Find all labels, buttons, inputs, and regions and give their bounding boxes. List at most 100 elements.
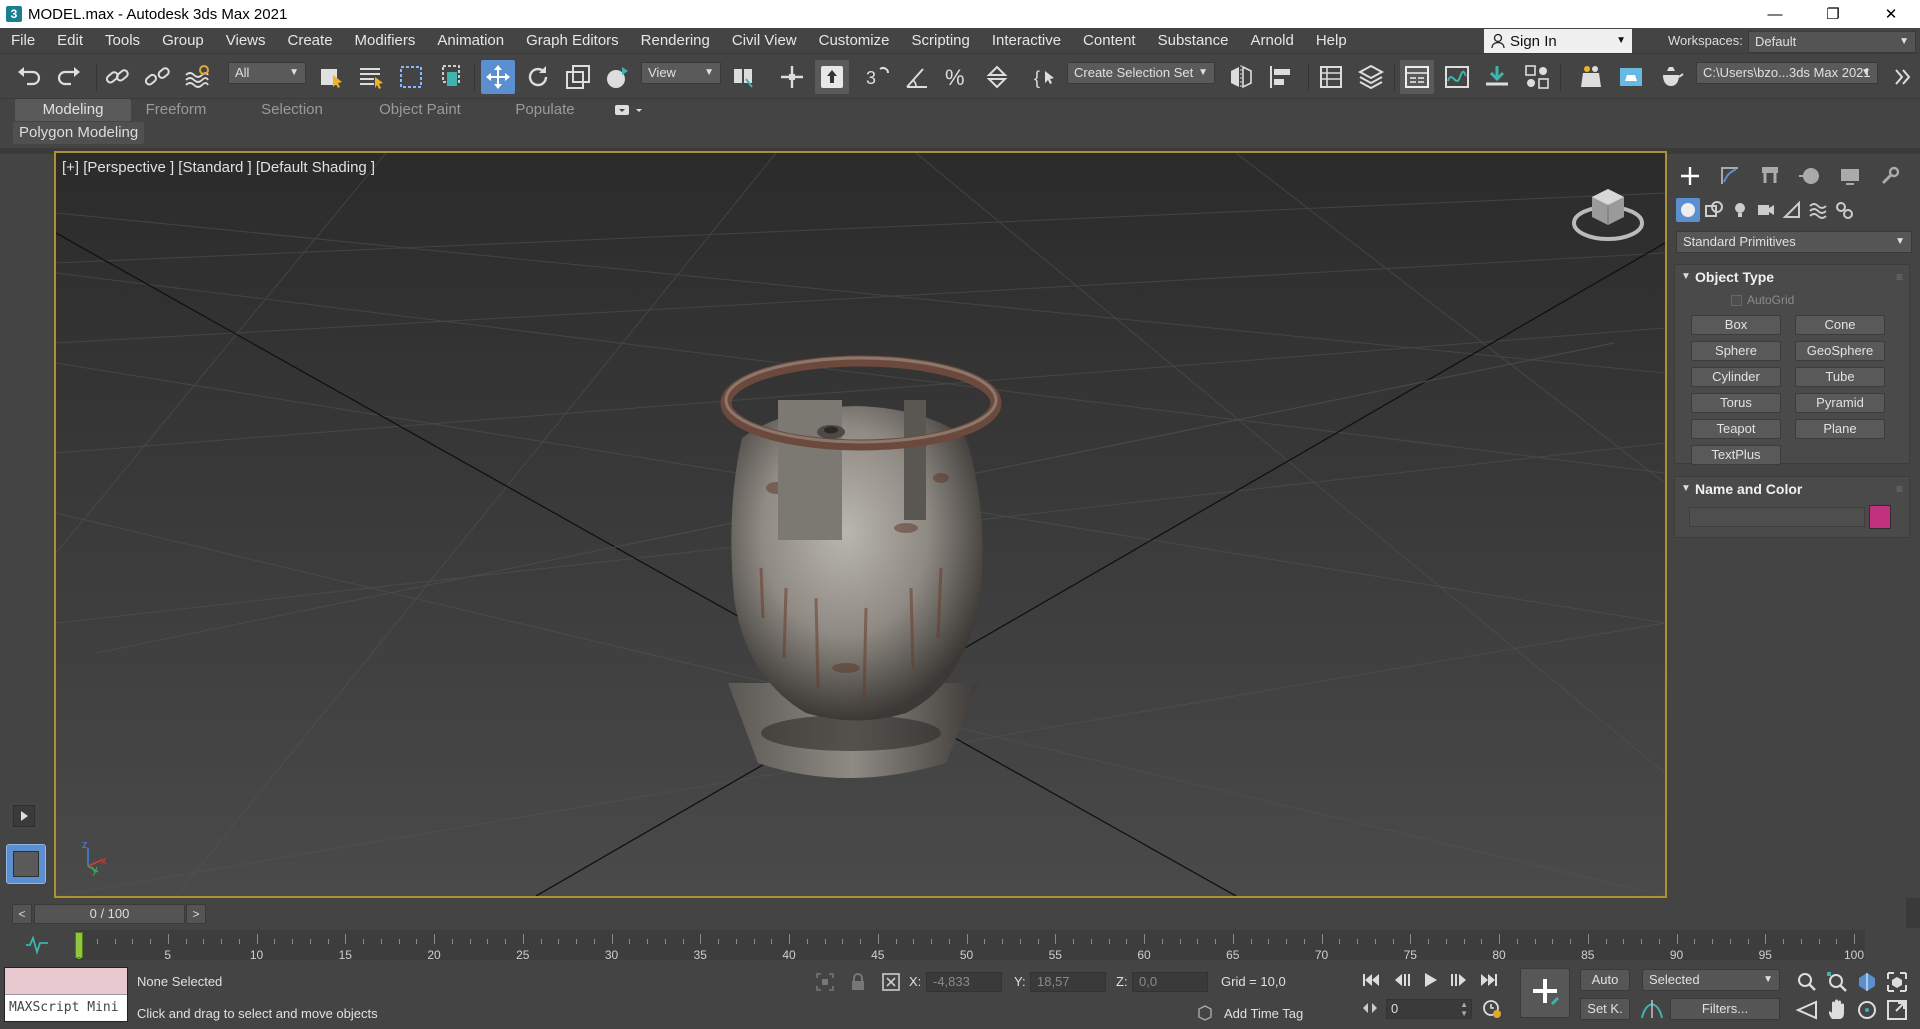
selection-lock-toggle[interactable]: [849, 972, 867, 995]
menu-create[interactable]: Create: [277, 32, 344, 49]
menu-interactive[interactable]: Interactive: [981, 32, 1072, 49]
space-warps-category-button[interactable]: [1808, 200, 1828, 223]
viewport-label[interactable]: [+] [Perspective ] [Standard ] [Default …: [62, 159, 375, 176]
textplus-button[interactable]: TextPlus: [1691, 445, 1781, 465]
systems-category-button[interactable]: [1834, 200, 1854, 223]
menu-rendering[interactable]: Rendering: [630, 32, 721, 49]
select-by-name-button[interactable]: [354, 60, 388, 94]
object-name-input[interactable]: [1689, 507, 1865, 527]
menu-customize[interactable]: Customize: [808, 32, 901, 49]
minimize-button[interactable]: —: [1746, 0, 1804, 28]
modify-tab[interactable]: [1718, 164, 1742, 191]
geometry-category-button[interactable]: [1676, 198, 1700, 222]
rectangular-selection-button[interactable]: [394, 60, 428, 94]
pyramid-button[interactable]: Pyramid: [1795, 393, 1885, 413]
set-keys-button[interactable]: [1520, 968, 1570, 1018]
menu-arnold[interactable]: Arnold: [1239, 32, 1304, 49]
menu-scripting[interactable]: Scripting: [900, 32, 980, 49]
teapot-button[interactable]: Teapot: [1691, 419, 1781, 439]
redo-button[interactable]: [52, 60, 86, 94]
menu-edit[interactable]: Edit: [46, 32, 94, 49]
named-selection-sets-dropdown[interactable]: Create Selection Set ▼: [1067, 62, 1215, 84]
sphere-button[interactable]: Sphere: [1691, 341, 1781, 361]
pan-hand-icon[interactable]: [1826, 999, 1848, 1021]
box-button[interactable]: Box: [1691, 315, 1781, 335]
zoom-extents-all-icon[interactable]: [1886, 971, 1908, 993]
time-slider[interactable]: 0 / 100: [34, 904, 185, 924]
current-frame-field[interactable]: 0 ▲ ▼: [1386, 999, 1472, 1019]
tube-button[interactable]: Tube: [1795, 367, 1885, 387]
tab-object-paint[interactable]: Object Paint: [370, 99, 470, 121]
drag-handle-icon[interactable]: ≡: [1896, 265, 1903, 289]
shapes-category-button[interactable]: [1704, 200, 1724, 223]
set-key-mode-button[interactable]: Set K.: [1580, 998, 1630, 1020]
reference-coordinate-dropdown[interactable]: View ▼: [641, 62, 721, 84]
go-to-start-icon[interactable]: [1360, 971, 1382, 989]
zoom-all-icon[interactable]: [1826, 971, 1848, 993]
track-bar[interactable]: 0 5 10 15 20 25 30 35 40 45 50 55 60 65 70 75 80 85 90 95 10…: [75, 930, 1865, 962]
cone-button[interactable]: Cone: [1795, 315, 1885, 335]
geosphere-button[interactable]: GeoSphere: [1795, 341, 1885, 361]
y-coordinate-field[interactable]: 18,57: [1030, 972, 1106, 992]
select-and-rotate-button[interactable]: [521, 60, 555, 94]
tab-modeling[interactable]: Modeling: [15, 99, 131, 121]
align-button[interactable]: [1264, 60, 1298, 94]
material-editor-button[interactable]: [1520, 60, 1554, 94]
tab-populate[interactable]: Populate: [496, 99, 594, 121]
menu-civil-view[interactable]: Civil View: [721, 32, 808, 49]
menu-substance[interactable]: Substance: [1147, 32, 1240, 49]
object-type-header[interactable]: ▼ Object Type ≡: [1675, 265, 1909, 289]
viewport-layout-button[interactable]: [6, 844, 46, 884]
link-button[interactable]: [100, 60, 134, 94]
menu-help[interactable]: Help: [1305, 32, 1358, 49]
auto-key-button[interactable]: Auto: [1580, 969, 1630, 991]
menu-tools[interactable]: Tools: [94, 32, 151, 49]
z-coordinate-field[interactable]: 0,0: [1132, 972, 1208, 992]
toggle-ribbon-button[interactable]: [1400, 60, 1434, 94]
scene-explorer-button[interactable]: [1314, 60, 1348, 94]
schematic-view-button[interactable]: [1480, 60, 1514, 94]
spinner-snap-toggle[interactable]: [980, 60, 1014, 94]
select-and-scale-button[interactable]: [561, 60, 595, 94]
maxscript-input[interactable]: MAXScript Mini: [5, 995, 127, 1021]
previous-key-icon[interactable]: [1390, 971, 1412, 989]
menu-animation[interactable]: Animation: [426, 32, 515, 49]
previous-frame-button[interactable]: <: [12, 904, 32, 924]
toolbar-overflow-button[interactable]: [1886, 60, 1920, 94]
mirror-button[interactable]: [1224, 60, 1258, 94]
render-production-button[interactable]: [1654, 60, 1688, 94]
menu-graph-editors[interactable]: Graph Editors: [515, 32, 630, 49]
select-and-place-button[interactable]: [601, 60, 635, 94]
motion-tab[interactable]: [1798, 164, 1822, 191]
rendered-frame-window-button[interactable]: [1614, 60, 1648, 94]
x-coordinate-field[interactable]: -4,833: [926, 972, 1002, 992]
unlink-button[interactable]: [140, 60, 174, 94]
key-filters-button[interactable]: Filters...: [1670, 998, 1780, 1020]
timeline-resize-handle[interactable]: [1906, 898, 1920, 928]
key-filter-dropdown[interactable]: Selected ▼: [1642, 969, 1780, 991]
spinner-arrows-icon[interactable]: ▲ ▼: [1460, 1000, 1468, 1018]
menu-group[interactable]: Group: [151, 32, 215, 49]
expand-viewport-tab-button[interactable]: [13, 805, 35, 827]
absolute-mode-toggle[interactable]: [881, 972, 901, 995]
utilities-tab[interactable]: [1878, 164, 1902, 191]
default-in-out-tangents-button[interactable]: [1640, 998, 1664, 1023]
perspective-viewport[interactable]: [+] [Perspective ] [Standard ] [Default …: [54, 151, 1667, 898]
keyboard-shortcut-override-button[interactable]: [815, 60, 849, 94]
layer-explorer-button[interactable]: [1354, 60, 1388, 94]
hierarchy-tab[interactable]: [1758, 164, 1782, 191]
maxscript-listener[interactable]: MAXScript Mini: [4, 967, 128, 1022]
torus-button[interactable]: Torus: [1691, 393, 1781, 413]
3d-snap-toggle[interactable]: 3: [860, 60, 894, 94]
menu-file[interactable]: File: [0, 32, 46, 49]
menu-content[interactable]: Content: [1072, 32, 1147, 49]
sign-in-button[interactable]: Sign In ▼: [1484, 29, 1632, 53]
cameras-category-button[interactable]: [1756, 200, 1776, 223]
select-and-move-button[interactable]: [481, 60, 515, 94]
zoom-icon[interactable]: [1796, 971, 1818, 993]
gas-cylinder-model[interactable]: [666, 338, 1056, 798]
field-of-view-icon[interactable]: [1796, 999, 1818, 1021]
angle-snap-toggle[interactable]: [900, 60, 934, 94]
next-frame-button[interactable]: >: [186, 904, 206, 924]
autogrid-checkbox[interactable]: AutoGrid: [1731, 293, 1794, 307]
